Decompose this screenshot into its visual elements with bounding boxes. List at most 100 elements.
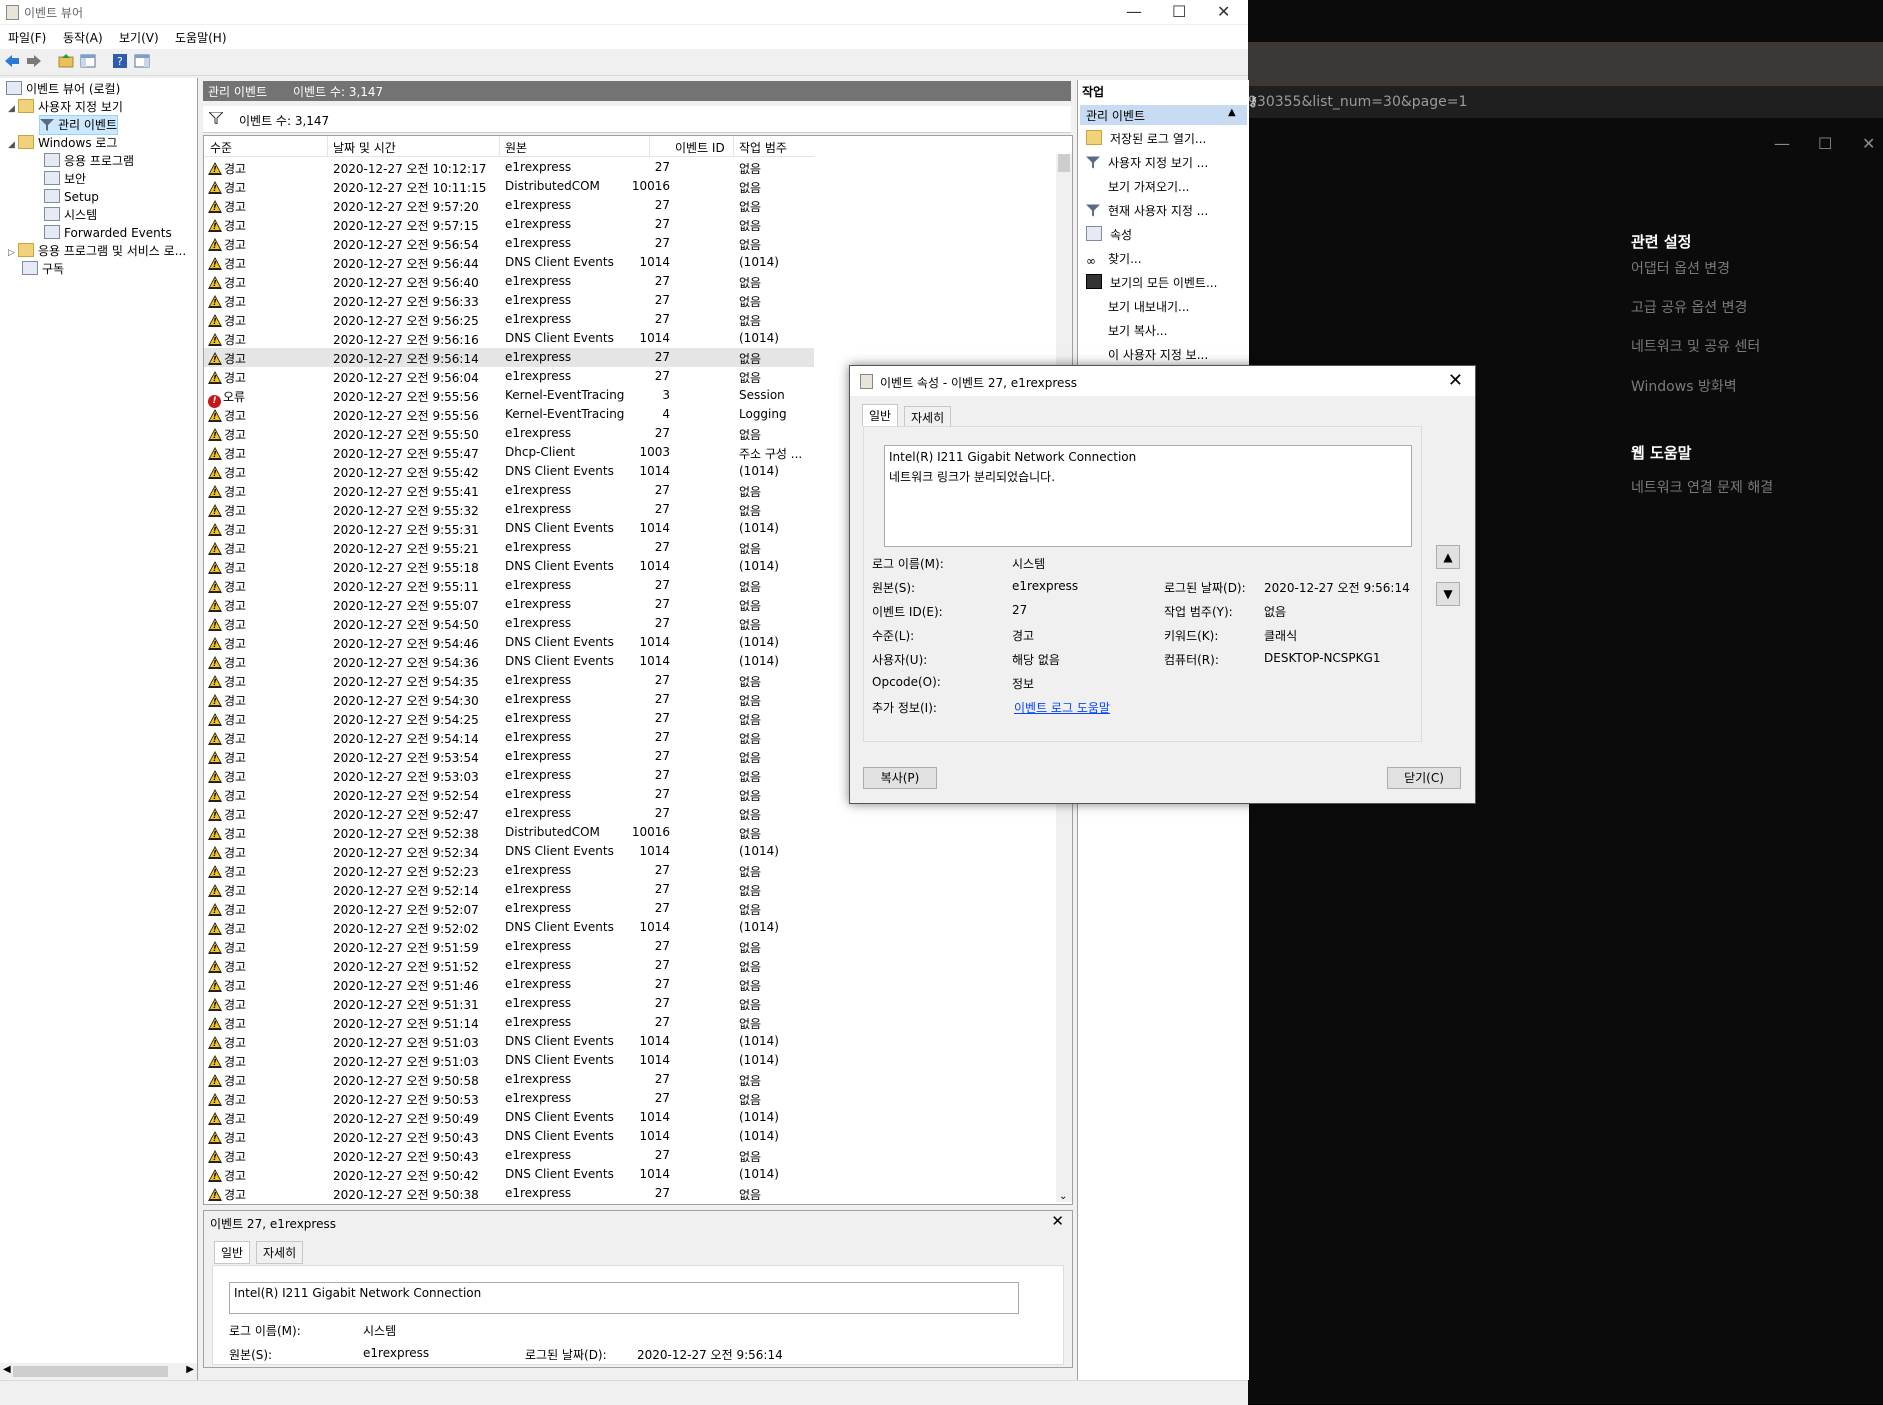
action-delete-view[interactable]: 이 사용자 지정 보...: [1086, 346, 1208, 363]
column-task-category[interactable]: 작업 범주: [739, 139, 787, 156]
table-row[interactable]: 경고2020-12-27 오전 9:55:56Kernel-EventTraci…: [204, 405, 814, 424]
table-row[interactable]: 경고 2020-12-27 오전 9:54:35 e1rexpress 27 없음: [204, 671, 814, 690]
table-row[interactable]: 경고 2020-12-27 오전 9:55:32 e1rexpress 27 없음: [204, 500, 814, 519]
preview-close-icon[interactable]: ✕: [1051, 1212, 1064, 1230]
scroll-thumb[interactable]: [13, 1366, 168, 1377]
table-row[interactable]: 경고 2020-12-27 오전 9:54:14 e1rexpress 27 없음: [204, 728, 814, 747]
tree-item-windows-logs[interactable]: ◢ Windows 로그: [8, 134, 117, 152]
table-row[interactable]: 경고 2020-12-27 오전 9:51:14 e1rexpress 27 없음: [204, 1013, 814, 1032]
table-row[interactable]: 경고 2020-12-27 오전 9:56:40 e1rexpress 27 없음: [204, 272, 814, 291]
table-row[interactable]: 경고 2020-12-27 오전 9:50:43 e1rexpress 27 없음: [204, 1146, 814, 1165]
table-row[interactable]: 경고 2020-12-27 오전 9:51:03 DNS Client Events…: [204, 1032, 814, 1051]
bg-maximize-icon[interactable]: ☐: [1818, 134, 1832, 153]
tree-item-custom-views[interactable]: ◢ 사용자 지정 보기: [8, 98, 123, 116]
column-separator[interactable]: [733, 136, 734, 156]
table-row[interactable]: 경고 2020-12-27 오전 9:50:42 DNS Client Events…: [204, 1165, 814, 1184]
table-row[interactable]: 경고 2020-12-27 오전 9:50:49 DNS Client Events…: [204, 1108, 814, 1127]
table-row[interactable]: 경고 2020-12-27 오전 9:55:11 e1rexpress 27 없음: [204, 576, 814, 595]
table-row[interactable]: 경고 2020-12-27 오전 9:51:03 DNS Client Events…: [204, 1051, 814, 1070]
table-row[interactable]: 경고 2020-12-27 오전 9:54:46 DNS Client Events…: [204, 633, 814, 652]
collapse-arrow-icon[interactable]: ◢: [8, 100, 18, 118]
tree-item-setup[interactable]: Setup: [44, 188, 99, 206]
table-row[interactable]: 경고 2020-12-27 오전 9:54:30 e1rexpress 27 없음: [204, 690, 814, 709]
tree-item-root[interactable]: 이벤트 뷰어 (로컬): [6, 80, 120, 98]
expand-arrow-icon[interactable]: ▷: [8, 244, 18, 262]
tree-item-security[interactable]: 보안: [44, 170, 86, 188]
maximize-icon[interactable]: ☐: [1172, 2, 1186, 21]
previous-event-button[interactable]: ▲: [1436, 545, 1460, 569]
scroll-right-icon[interactable]: ▶: [186, 1364, 194, 1375]
table-row[interactable]: 경고 2020-12-27 오전 9:52:07 e1rexpress 27 없음: [204, 899, 814, 918]
adapter-options-link[interactable]: 어댑터 옵션 변경: [1631, 258, 1730, 278]
up-folder-icon[interactable]: [58, 53, 74, 69]
tree-item-subscriptions[interactable]: 구독: [22, 260, 64, 278]
table-row[interactable]: 경고 2020-12-27 오전 9:52:23 e1rexpress 27 없음: [204, 861, 814, 880]
action-properties[interactable]: 속성: [1086, 226, 1132, 243]
table-row[interactable]: 경고 2020-12-27 오전 10:12:17 e1rexpress 27 없음: [204, 158, 814, 177]
action-copy-view[interactable]: 보기 복사...: [1086, 322, 1167, 339]
tree-horizontal-scrollbar[interactable]: ◀ ▶: [0, 1363, 197, 1380]
action-find[interactable]: ∞ 찾기...: [1086, 250, 1142, 268]
tree-item-application[interactable]: 응용 프로그램: [44, 152, 134, 170]
table-row[interactable]: 경고 2020-12-27 오전 9:56:25 e1rexpress 27 없음: [204, 310, 814, 329]
table-row[interactable]: 경고 2020-12-27 오전 9:57:20 e1rexpress 27 없음: [204, 196, 814, 215]
back-arrow-icon[interactable]: [4, 53, 20, 69]
table-row[interactable]: 경고 2020-12-27 오전 9:53:03 e1rexpress 27 없음: [204, 766, 814, 785]
table-row[interactable]: 경고 2020-12-27 오전 9:51:59 e1rexpress 27 없음: [204, 937, 814, 956]
minimize-icon[interactable]: —: [1126, 2, 1142, 21]
action-create-custom-view[interactable]: 사용자 지정 보기 ...: [1086, 154, 1208, 171]
table-row[interactable]: 경고 2020-12-27 오전 9:50:58 e1rexpress 27 없음: [204, 1070, 814, 1089]
table-row[interactable]: 경고 2020-12-27 오전 9:55:50 e1rexpress 27 없음: [204, 424, 814, 443]
table-row[interactable]: 경고 2020-12-27 오전 9:51:52 e1rexpress 27 없음: [204, 956, 814, 975]
troubleshoot-link[interactable]: 네트워크 연결 문제 해결: [1631, 477, 1773, 497]
event-log-help-link[interactable]: 이벤트 로그 도움말: [1014, 699, 1110, 716]
action-filter-current-view[interactable]: 현재 사용자 지정 ...: [1086, 202, 1208, 219]
table-row[interactable]: 경고 2020-12-27 오전 10:11:15 DistributedCOM 10…: [204, 177, 814, 196]
action-import-view[interactable]: 보기 가져오기...: [1086, 178, 1190, 195]
copy-button[interactable]: 복사(P): [863, 767, 937, 789]
tree-item-apps-services[interactable]: ▷ 응용 프로그램 및 서비스 로...: [8, 242, 186, 260]
help-icon[interactable]: ?: [112, 53, 128, 69]
column-event-id[interactable]: 이벤트 ID: [675, 139, 725, 156]
column-separator[interactable]: [327, 136, 328, 156]
column-separator[interactable]: [499, 136, 500, 156]
table-row[interactable]: 경고 2020-12-27 오전 9:55:41 e1rexpress 27 없음: [204, 481, 814, 500]
column-datetime[interactable]: 날짜 및 시간: [333, 139, 396, 156]
firewall-link[interactable]: Windows 방화벽: [1631, 376, 1737, 396]
collapse-up-icon[interactable]: ▲: [1228, 107, 1236, 118]
table-row[interactable]: 경고 2020-12-27 오전 9:56:16 DNS Client Events…: [204, 329, 814, 348]
table-row[interactable]: 경고 2020-12-27 오전 9:52:14 e1rexpress 27 없음: [204, 880, 814, 899]
dialog-tab-general[interactable]: 일반: [862, 404, 899, 426]
forward-arrow-icon[interactable]: [26, 53, 42, 69]
column-source[interactable]: 원본: [505, 139, 527, 156]
table-row[interactable]: 경고 2020-12-27 오전 9:52:34 DNS Client Events…: [204, 842, 814, 861]
preview-tab-details[interactable]: 자세히: [256, 1241, 304, 1264]
table-row[interactable]: 경고 2020-12-27 오전 9:53:54 e1rexpress 27 없음: [204, 747, 814, 766]
table-row[interactable]: 경고 2020-12-27 오전 9:52:02 DNS Client Events…: [204, 918, 814, 937]
menu-view[interactable]: 보기(V): [119, 29, 159, 46]
collapse-arrow-icon[interactable]: ◢: [8, 136, 18, 154]
close-button[interactable]: 닫기(C): [1387, 767, 1461, 789]
actions-section-header[interactable]: 관리 이벤트 ▲: [1080, 105, 1247, 125]
table-row[interactable]: 경고 2020-12-27 오전 9:56:54 e1rexpress 27 없음: [204, 234, 814, 253]
table-row[interactable]: 경고 2020-12-27 오전 9:51:31 e1rexpress 27 없음: [204, 994, 814, 1013]
tree-item-system[interactable]: 시스템: [44, 206, 97, 224]
menu-help[interactable]: 도움말(H): [175, 29, 227, 46]
table-row[interactable]: 경고 2020-12-27 오전 9:52:54 e1rexpress 27 없음: [204, 785, 814, 804]
table-row[interactable]: 경고 2020-12-27 오전 9:50:38 e1rexpress 27 없음: [204, 1184, 814, 1203]
table-row[interactable]: 경고 2020-12-27 오전 9:54:25 e1rexpress 27 없음: [204, 709, 814, 728]
menu-file[interactable]: 파일(F): [8, 29, 46, 46]
tree-item-admin-events[interactable]: 관리 이벤트: [38, 115, 119, 135]
table-row[interactable]: 경고 2020-12-27 오전 9:51:46 e1rexpress 27 없음: [204, 975, 814, 994]
preview-tab-general[interactable]: 일반: [214, 1241, 251, 1264]
table-row[interactable]: 경고 2020-12-27 오전 9:55:42 DNS Client Events…: [204, 462, 814, 481]
action-open-saved-log[interactable]: 저장된 로그 열기...: [1086, 130, 1206, 147]
tree-item-forwarded-events[interactable]: Forwarded Events: [44, 224, 172, 242]
bg-minimize-icon[interactable]: —: [1774, 134, 1790, 153]
show-hide-tree-icon[interactable]: [80, 53, 96, 69]
column-level[interactable]: 수준: [210, 139, 232, 156]
close-icon[interactable]: ✕: [1217, 2, 1230, 21]
table-row[interactable]: 경고 2020-12-27 오전 9:52:38 DistributedCOM 100…: [204, 823, 814, 842]
table-row[interactable]: 경고 2020-12-27 오전 9:55:07 e1rexpress 27 없음: [204, 595, 814, 614]
table-row[interactable]: ! 오류 2020-12-27 오전 9:55:56 Kernel-EventTrac…: [204, 386, 814, 408]
